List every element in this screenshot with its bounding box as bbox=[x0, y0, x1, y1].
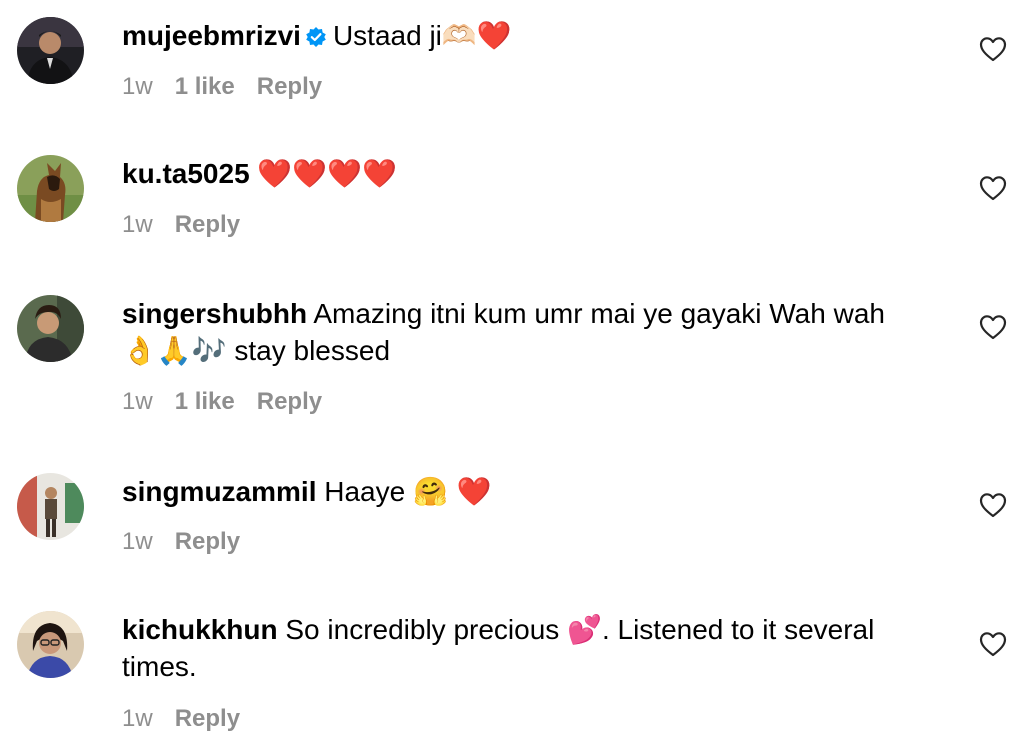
comment-emoji: 🤗 ❤️ bbox=[412, 475, 492, 508]
comment-body: ku.ta5025 ❤️❤️❤️❤️ bbox=[122, 155, 942, 192]
avatar[interactable] bbox=[17, 611, 84, 678]
heart-outline-icon[interactable] bbox=[979, 36, 1007, 62]
heart-outline-icon[interactable] bbox=[979, 314, 1007, 340]
comment-time: 1w bbox=[122, 528, 153, 555]
comment-meta: 1w Reply bbox=[122, 528, 262, 556]
comment-emoji: ❤️❤️❤️❤️ bbox=[257, 157, 397, 190]
comment-emoji: 🫶🏻❤️ bbox=[441, 19, 512, 52]
comment-time: 1w bbox=[122, 211, 153, 238]
comment-username[interactable]: mujeebmrizvi bbox=[122, 20, 301, 51]
comment-meta: 1w Reply bbox=[122, 705, 262, 733]
comment-username[interactable]: kichukkhun bbox=[122, 614, 278, 645]
avatar[interactable] bbox=[17, 295, 84, 362]
comment-meta: 1w 1 like Reply bbox=[122, 388, 344, 416]
comment-body: singmuzammil Haaye 🤗 ❤️ bbox=[122, 473, 942, 510]
avatar[interactable] bbox=[17, 473, 84, 540]
comment-username[interactable]: singershubhh bbox=[122, 298, 307, 329]
comment-body: mujeebmrizvi Ustaad ji🫶🏻❤️ bbox=[122, 17, 942, 57]
comment-body: singershubhh Amazing itni kum umr mai ye… bbox=[122, 295, 942, 369]
heart-outline-icon[interactable] bbox=[979, 492, 1007, 518]
comment-meta: 1w 1 like Reply bbox=[122, 73, 344, 101]
comment-text: Ustaad ji bbox=[332, 20, 442, 51]
heart-outline-icon[interactable] bbox=[979, 631, 1007, 657]
reply-button[interactable]: Reply bbox=[175, 528, 240, 555]
avatar[interactable] bbox=[17, 17, 84, 84]
comment-time: 1w bbox=[122, 388, 153, 415]
comment-time: 1w bbox=[122, 705, 153, 732]
comment-emoji: 💕 bbox=[567, 613, 602, 646]
comment-emoji: 👌🙏🎶 bbox=[122, 334, 227, 367]
reply-button[interactable]: Reply bbox=[175, 705, 240, 732]
reply-button[interactable]: Reply bbox=[175, 211, 240, 238]
comment-body: kichukkhun So incredibly precious 💕. Lis… bbox=[122, 611, 942, 685]
comment-likes[interactable]: 1 like bbox=[175, 73, 235, 100]
comment-meta: 1w Reply bbox=[122, 211, 262, 239]
comment-text-continued: stay blessed bbox=[226, 335, 391, 366]
heart-outline-icon[interactable] bbox=[979, 175, 1007, 201]
comment-username[interactable]: singmuzammil bbox=[122, 476, 316, 507]
comment-text: So incredibly precious bbox=[285, 614, 560, 645]
comment-time: 1w bbox=[122, 73, 153, 100]
comment-likes[interactable]: 1 like bbox=[175, 388, 235, 415]
comment-text: Amazing itni kum umr mai ye gayaki Wah w… bbox=[313, 298, 885, 329]
reply-button[interactable]: Reply bbox=[257, 73, 322, 100]
comment-username[interactable]: ku.ta5025 bbox=[122, 158, 250, 189]
comment-text: Haaye bbox=[324, 476, 406, 507]
verified-badge-icon bbox=[305, 20, 327, 57]
reply-button[interactable]: Reply bbox=[257, 388, 322, 415]
avatar[interactable] bbox=[17, 155, 84, 222]
